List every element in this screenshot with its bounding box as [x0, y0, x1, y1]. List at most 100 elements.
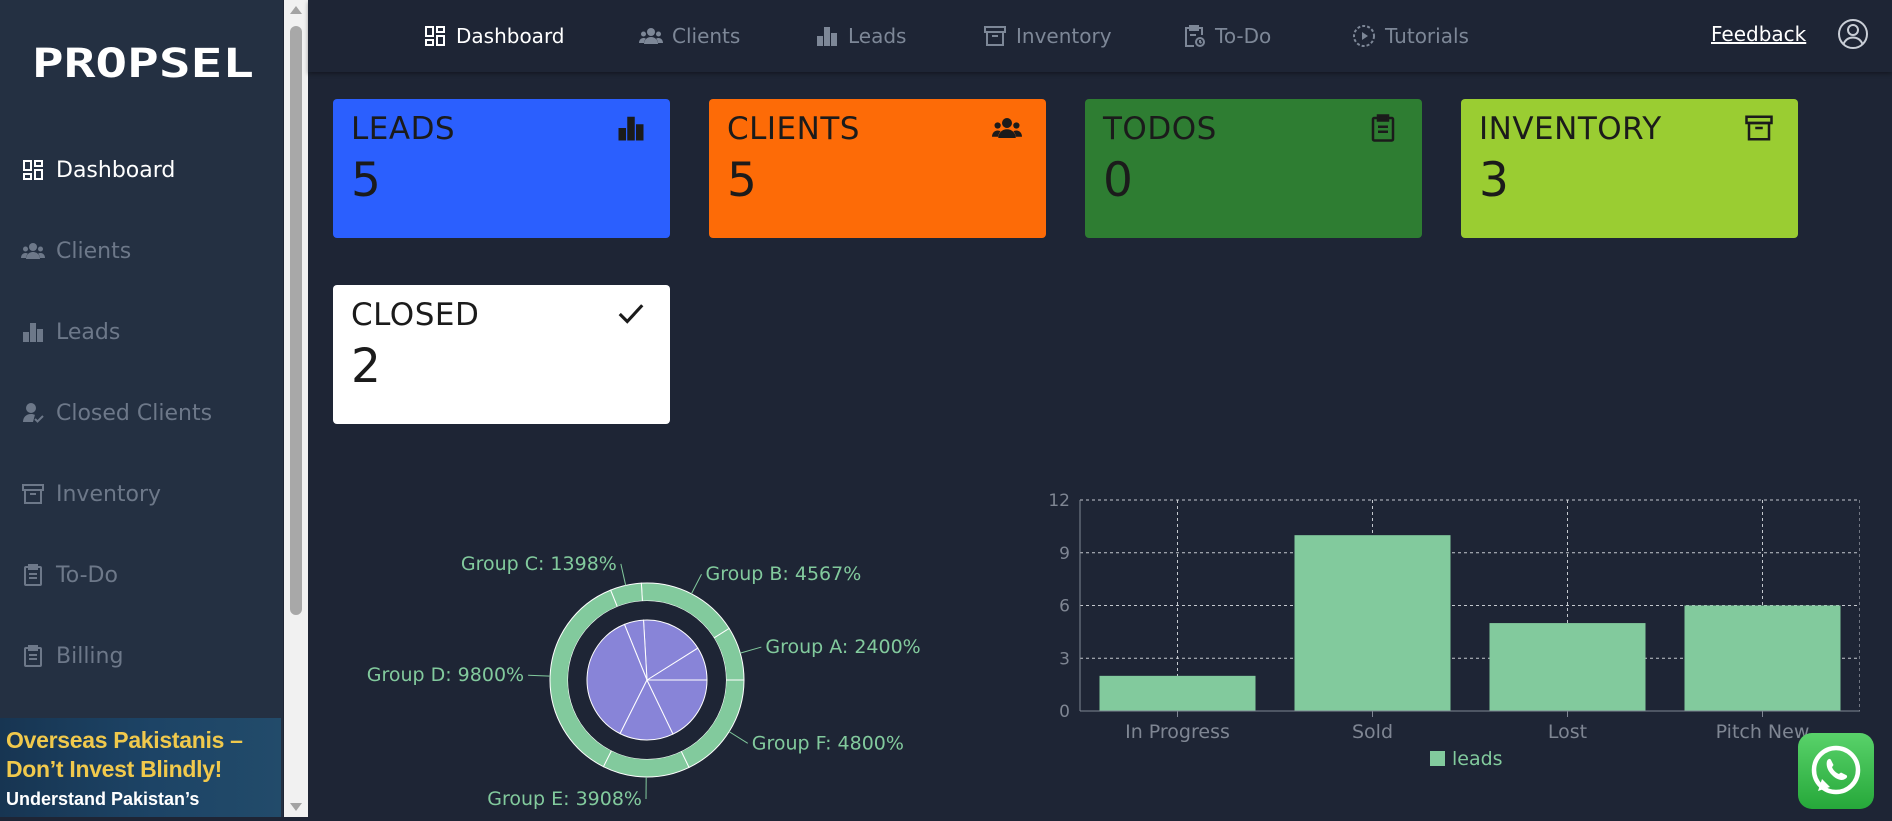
pie-leader-line [528, 675, 550, 676]
sidebar-item-label: Clients [56, 239, 131, 264]
bar-pitch-new [1685, 606, 1841, 712]
clipboard-icon [20, 643, 46, 669]
bar-chart-icon [814, 23, 840, 49]
groups-pie-chart: Group A: 2400% Group B: 4567% Group C: 139… [360, 520, 960, 817]
topnav-label: Inventory [1016, 24, 1112, 48]
dashboard-icon [20, 157, 46, 183]
sidebar-item-clients[interactable]: Clients [0, 221, 283, 281]
check-icon [616, 299, 646, 329]
y-tick-label: 12 [1048, 491, 1070, 511]
sidebar-item-closed-clients[interactable]: Closed Clients [0, 383, 283, 443]
logo-text: PROPSEL [32, 41, 254, 86]
users-icon [20, 238, 46, 264]
topnav-label: Dashboard [456, 24, 565, 48]
sidebar-item-label: Leads [56, 320, 120, 345]
x-tick-label: Lost [1548, 721, 1587, 743]
pie-slice-label: Group F: 4800% [752, 732, 904, 754]
x-tick-label: In Progress [1125, 721, 1230, 743]
pie-slice-label: Group B: 4567% [706, 563, 862, 585]
sidebar-item-label: Billing [56, 644, 123, 669]
bar-chart-icon [616, 113, 646, 143]
x-tick-label: Sold [1352, 721, 1393, 743]
card-title: LEADS [351, 111, 652, 147]
closed-card[interactable]: CLOSED 2 [333, 285, 670, 424]
todos-card[interactable]: TODOS 0 [1085, 99, 1422, 238]
sidebar-item-leads[interactable]: Leads [0, 302, 283, 362]
topnav-tutorials[interactable]: Tutorials [1351, 20, 1469, 52]
card-value: 5 [351, 153, 652, 208]
users-icon [638, 23, 664, 49]
promo-line-2: Don’t Invest Blindly! [6, 755, 281, 784]
clients-card[interactable]: CLIENTS 5 [709, 99, 1046, 238]
pie-slice-label: Group A: 2400% [765, 636, 920, 658]
whatsapp-button[interactable] [1798, 733, 1874, 809]
sidebar-scrollbar[interactable] [284, 0, 308, 817]
card-title: TODOS [1103, 111, 1404, 147]
topnav-inventory[interactable]: Inventory [982, 20, 1112, 52]
feedback-link[interactable]: Feedback [1711, 22, 1806, 46]
promo-banner[interactable]: Overseas Pakistanis – Don’t Invest Blind… [0, 718, 281, 817]
card-value: 0 [1103, 153, 1404, 208]
sidebar-item-label: Dashboard [56, 158, 175, 183]
sidebar-item-dashboard[interactable]: Dashboard [0, 140, 283, 200]
sidebar-item-label: Inventory [56, 482, 161, 507]
pie-slice-label: Group C: 1398% [461, 553, 617, 575]
sidebar: PROPSEL Dashboard Clients Leads Closed C… [0, 0, 283, 817]
topnav-label: Clients [672, 24, 740, 48]
logo-svg: PROPSEL [32, 40, 254, 86]
sidebar-item-todo[interactable]: To-Do [0, 545, 283, 605]
users-icon [992, 113, 1022, 143]
card-title: CLIENTS [727, 111, 1028, 147]
x-tick-label: Pitch New [1716, 721, 1810, 743]
user-check-icon [20, 400, 46, 426]
clipboard-icon [1368, 113, 1398, 143]
topnav-todo[interactable]: To-Do [1181, 20, 1271, 52]
card-value: 5 [727, 153, 1028, 208]
pie-chart-svg: Group A: 2400% Group B: 4567% Group C: 139… [360, 520, 960, 817]
pie-leader-line [740, 647, 761, 653]
top-navbar: Dashboard Clients Leads Inventory To-Do … [308, 0, 1892, 72]
pie-leader-line [691, 574, 701, 594]
propsel-logo[interactable]: PROPSEL [32, 40, 254, 86]
pie-leader-line [621, 564, 626, 585]
leads-card[interactable]: LEADS 5 [333, 99, 670, 238]
sidebar-item-label: Closed Clients [56, 401, 212, 426]
card-value: 2 [351, 339, 652, 394]
bar-lost [1490, 623, 1646, 711]
topnav-dashboard[interactable]: Dashboard [422, 20, 565, 52]
y-tick-label: 3 [1059, 649, 1070, 669]
scroll-up-arrow-icon[interactable] [290, 6, 302, 14]
y-tick-label: 6 [1059, 597, 1070, 617]
card-value: 3 [1479, 153, 1780, 208]
topnav-label: Leads [848, 24, 906, 48]
promo-line-1: Overseas Pakistanis – [6, 726, 281, 755]
archive-icon [982, 23, 1008, 49]
y-tick-label: 0 [1059, 702, 1070, 722]
archive-icon [20, 481, 46, 507]
leads-bar-chart: 0 3 6 9 12 In Progress Sold Lost Pitch New leads [1030, 480, 1860, 817]
bar-chart-svg: 0 3 6 9 12 In Progress Sold Lost Pitch New leads [1030, 480, 1860, 817]
scroll-down-arrow-icon[interactable] [290, 803, 302, 811]
play-circle-icon [1351, 23, 1377, 49]
pie-leader-line [729, 732, 748, 744]
topnav-leads[interactable]: Leads [814, 20, 906, 52]
bar-chart-icon [20, 319, 46, 345]
sidebar-item-label: To-Do [56, 563, 118, 588]
pie-slice-label: Group D: 9800% [367, 664, 524, 686]
sidebar-item-inventory[interactable]: Inventory [0, 464, 283, 524]
topnav-clients[interactable]: Clients [638, 20, 740, 52]
clipboard-icon [20, 562, 46, 588]
bar-in-progress [1100, 676, 1256, 711]
y-tick-label: 9 [1059, 544, 1070, 564]
user-avatar-icon[interactable] [1837, 18, 1869, 50]
legend-label: leads [1452, 748, 1503, 770]
legend-swatch [1430, 751, 1445, 766]
promo-line-3: Understand Pakistan’s [6, 784, 281, 814]
bar-sold [1295, 535, 1451, 711]
scrollbar-thumb[interactable] [290, 26, 302, 615]
inventory-card[interactable]: INVENTORY 3 [1461, 99, 1798, 238]
topnav-label: Tutorials [1385, 24, 1469, 48]
clipboard-clock-icon [1181, 23, 1207, 49]
sidebar-item-billing[interactable]: Billing [0, 626, 283, 686]
topnav-label: To-Do [1215, 24, 1271, 48]
